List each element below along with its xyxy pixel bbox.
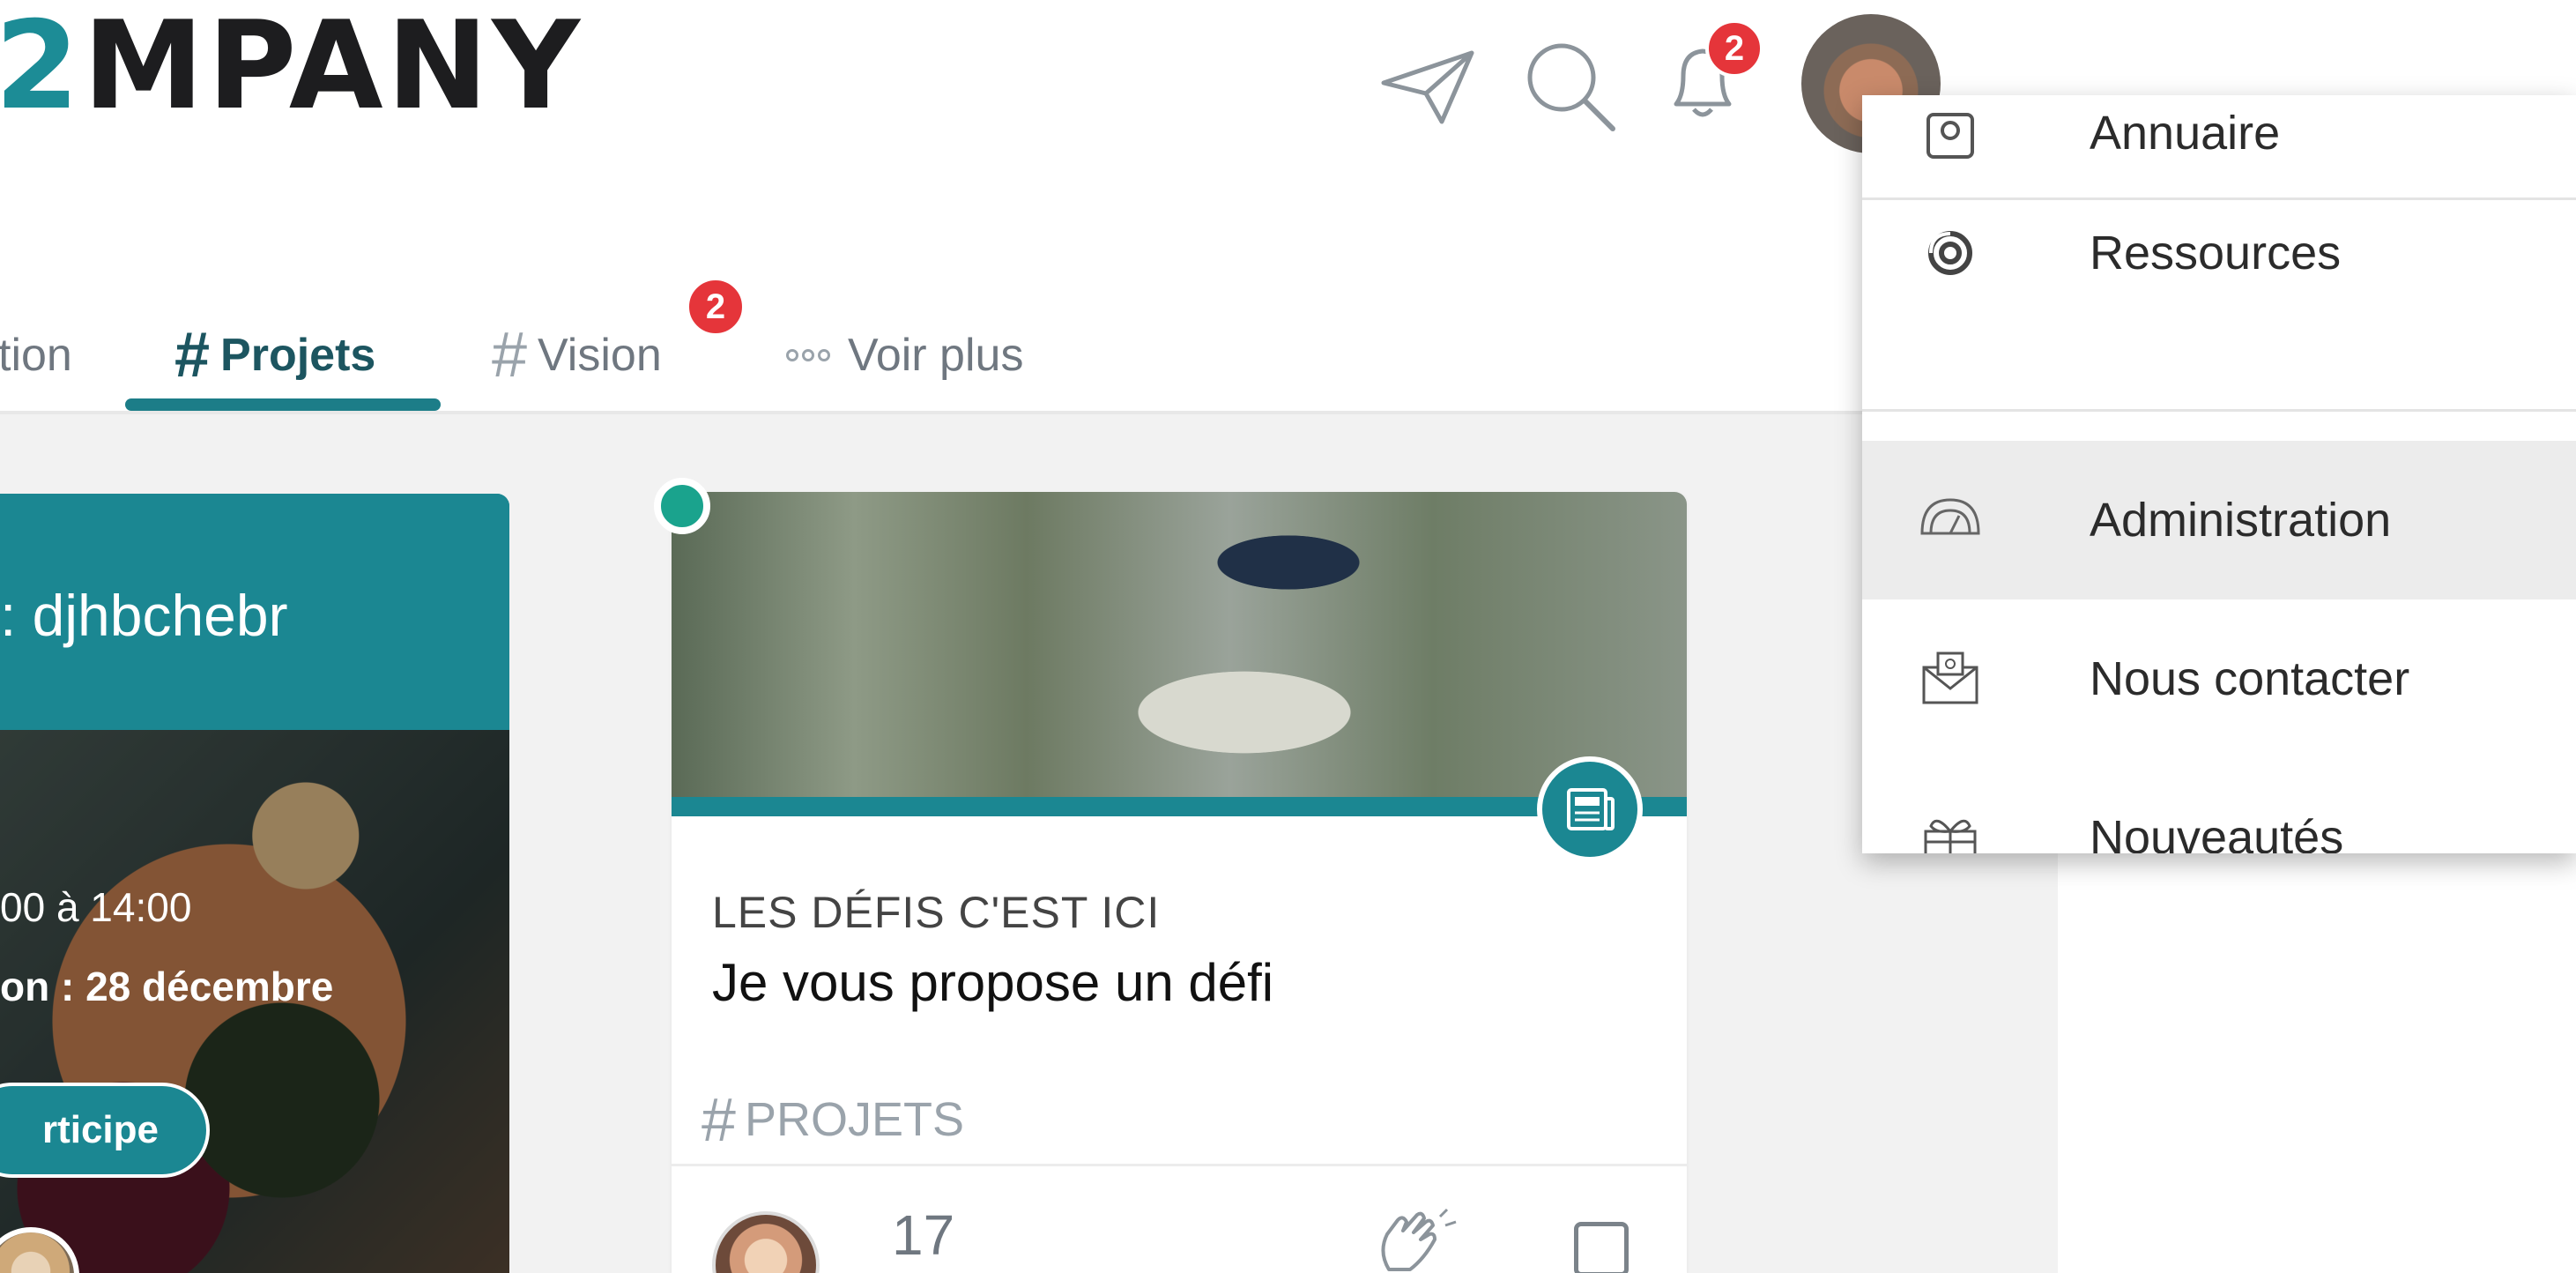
more-dots-icon: [786, 349, 830, 361]
hashtag-icon: #: [492, 320, 528, 391]
notifications-badge: 2: [1705, 19, 1763, 78]
hashtag-icon: #: [174, 320, 211, 391]
company-logo[interactable]: 2MPANY: [0, 5, 583, 127]
post-tag[interactable]: # PROJETS: [702, 1084, 964, 1155]
event-time: 00 à 14:00: [0, 884, 192, 930]
directory-icon: [1908, 95, 1993, 175]
post-category: LES DÉFIS C'EST ICI: [712, 888, 1161, 937]
online-status-dot: [654, 478, 710, 534]
search-icon[interactable]: [1523, 39, 1620, 140]
menu-item-annuaire[interactable]: Annuaire: [1862, 95, 2576, 194]
gift-icon: [1908, 795, 1993, 853]
tab-projets[interactable]: # Projets: [174, 300, 375, 411]
envelope-icon: [1908, 636, 1993, 721]
participate-button[interactable]: rticipe: [0, 1083, 210, 1178]
post-author-avatar[interactable]: [712, 1211, 820, 1273]
menu-item-nous-contacter[interactable]: Nous contacter: [1862, 599, 2576, 758]
menu-divider: [1862, 409, 2576, 412]
dashboard-gauge-icon: [1908, 478, 1993, 562]
menu-item-nouveautes[interactable]: Nouveautés: [1862, 758, 2576, 853]
event-title: : djhbchebr: [0, 583, 288, 648]
tab-vision-badge: 2: [686, 277, 746, 337]
event-deadline: on : 28 décembre: [0, 964, 334, 1009]
hashtag-icon: #: [702, 1085, 736, 1154]
post-divider: [672, 1164, 1687, 1166]
newspaper-icon: [1537, 756, 1643, 862]
bookmark-icon[interactable]: [1574, 1222, 1629, 1273]
post-accent-bar: [672, 797, 1687, 816]
tab-voir-plus[interactable]: Voir plus: [786, 300, 1023, 411]
active-tab-indicator: [125, 398, 441, 411]
menu-item-ressources[interactable]: Ressources: [1862, 201, 2576, 305]
menu-divider: [1862, 197, 2576, 200]
user-menu-dropdown: Annuaire Ressources Administration Nous …: [1862, 95, 2576, 853]
post-image: [672, 492, 1687, 797]
tab-partial[interactable]: tion: [0, 300, 72, 411]
resources-icon: [1908, 211, 1993, 295]
tab-vision[interactable]: # Vision: [492, 300, 662, 411]
clap-icon[interactable]: [1371, 1208, 1459, 1273]
post-card[interactable]: LES DÉFIS C'EST ICI Je vous propose un d…: [672, 492, 1687, 1273]
post-count: 17: [892, 1203, 955, 1267]
paper-plane-icon[interactable]: [1380, 48, 1477, 131]
menu-item-administration[interactable]: Administration: [1862, 441, 2576, 599]
post-title[interactable]: Je vous propose un défi: [712, 952, 1273, 1013]
